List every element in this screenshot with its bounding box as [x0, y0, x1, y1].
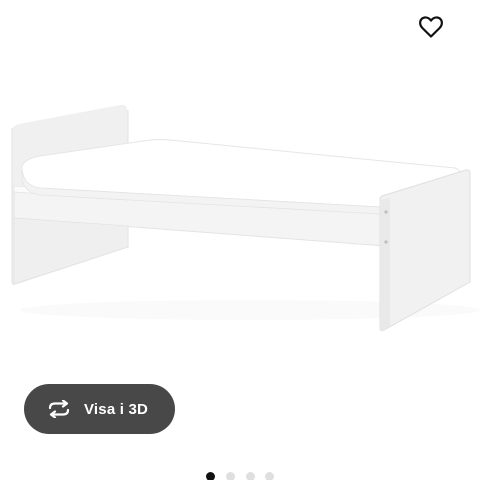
carousel-dot-1[interactable]: [206, 472, 215, 480]
view-in-3d-label: Visa i 3D: [84, 400, 149, 418]
rotate-360-icon: [48, 400, 70, 418]
favorite-button[interactable]: [412, 8, 450, 46]
heart-outline-icon: [419, 16, 443, 38]
carousel-dot-3[interactable]: [246, 472, 255, 480]
view-in-3d-button[interactable]: Visa i 3D: [24, 384, 175, 434]
carousel-dot-4[interactable]: [265, 472, 274, 480]
carousel-dot-2[interactable]: [226, 472, 235, 480]
product-gallery: Visa i 3D: [0, 0, 480, 480]
carousel-pagination: [0, 472, 480, 480]
